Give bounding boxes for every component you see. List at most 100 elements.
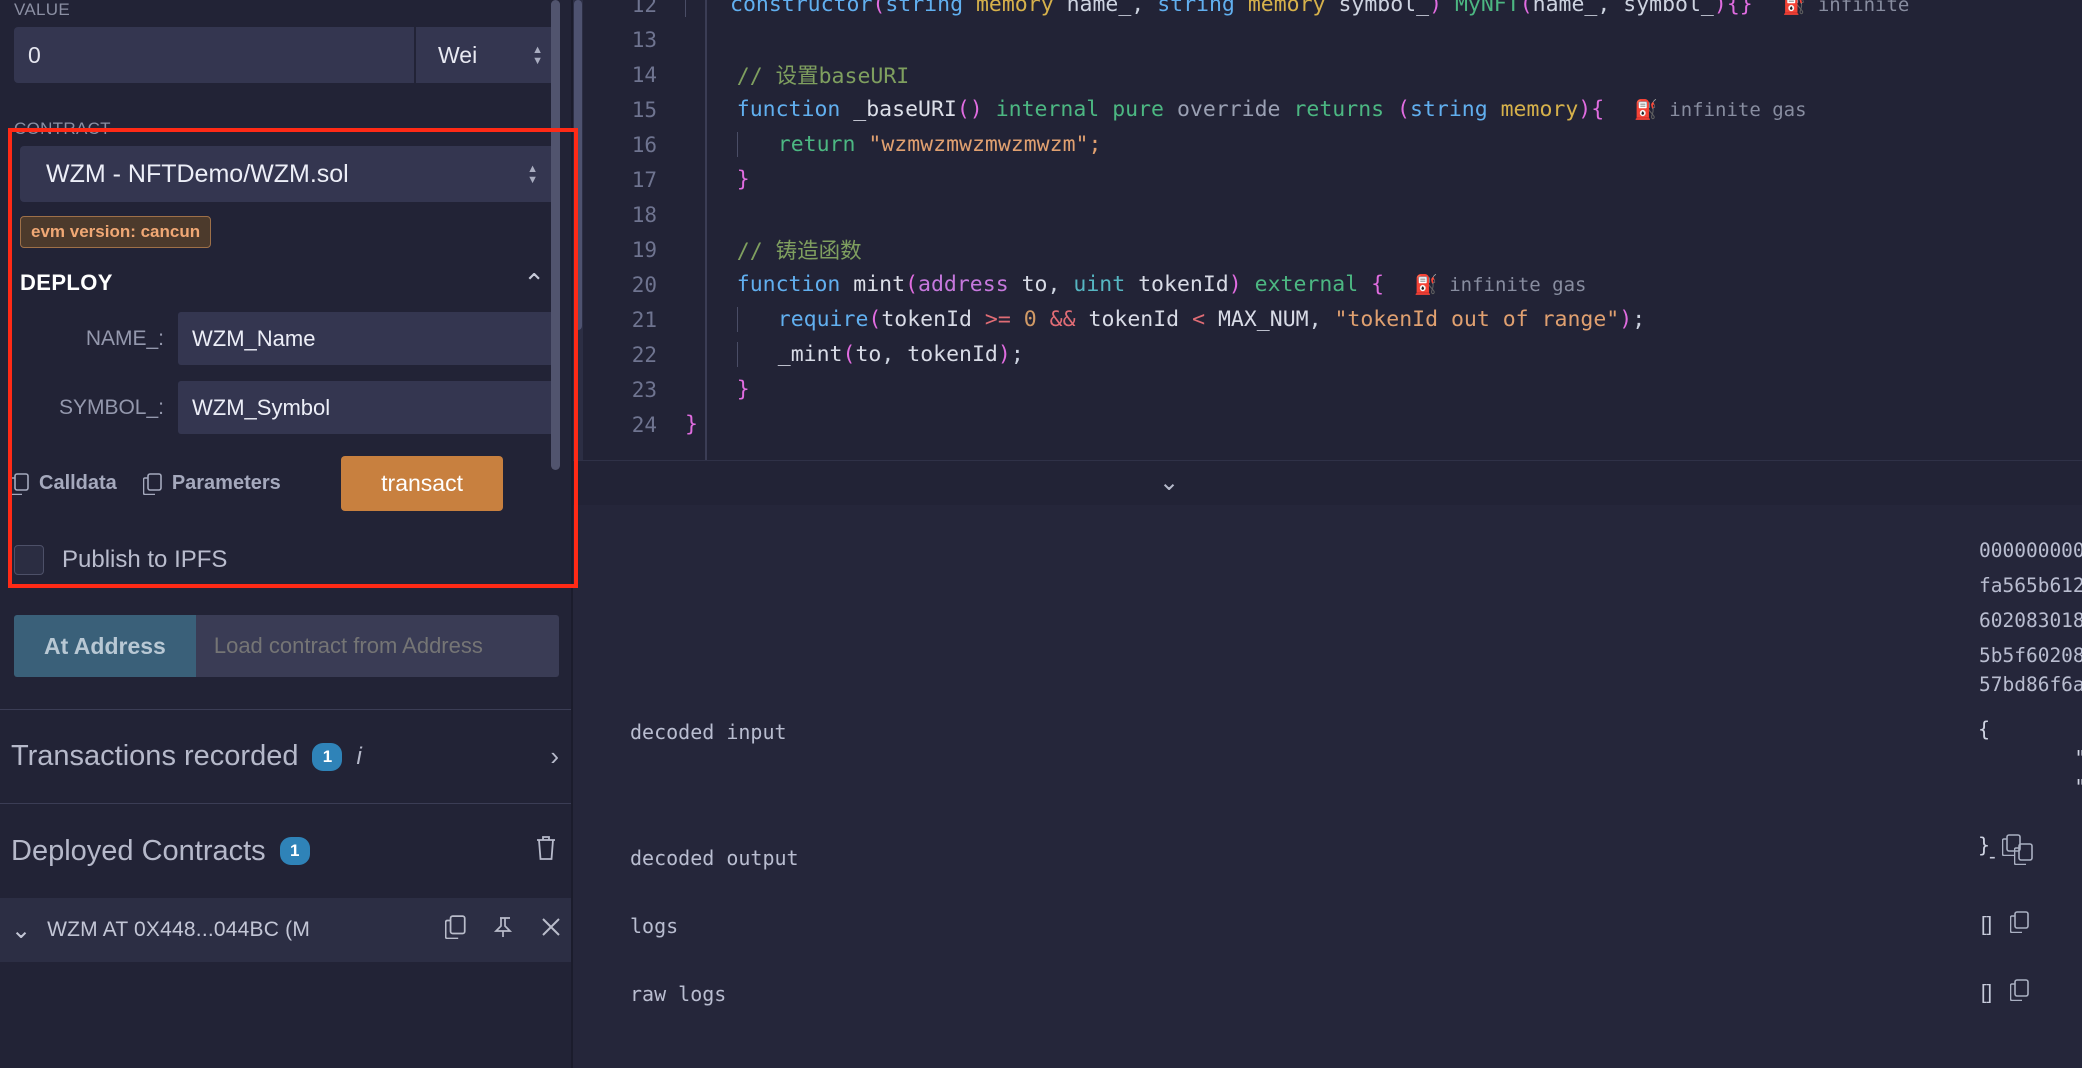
code-line-24: 24 } bbox=[573, 407, 2082, 442]
deployed-contracts-count: 1 bbox=[279, 837, 310, 865]
code-text: // 铸造函数 bbox=[736, 239, 862, 264]
editor-scrollbar[interactable] bbox=[573, 0, 583, 460]
line-number: 20 bbox=[631, 272, 657, 297]
at-address-input[interactable] bbox=[195, 615, 559, 677]
code-line-12: 12 constructor(string memory name_, stri… bbox=[573, 0, 2082, 22]
deployed-item-actions bbox=[444, 915, 563, 945]
sidebar-scrollbar[interactable] bbox=[551, 0, 560, 470]
param-input-name[interactable] bbox=[178, 312, 556, 365]
copy-icon[interactable] bbox=[2009, 979, 2030, 1007]
code-text: return "wzmwzmwzmwzmwzm"; bbox=[685, 132, 1101, 157]
raw-logs-label: raw logs bbox=[630, 982, 727, 1006]
at-address-row: At Address bbox=[14, 615, 559, 677]
line-number: 19 bbox=[631, 237, 657, 262]
transact-button[interactable]: transact bbox=[341, 456, 503, 511]
code-text: function mint(address to, uint tokenId) … bbox=[736, 272, 1385, 297]
gas-estimate-15: ⛽ infinite gas bbox=[1634, 99, 1807, 121]
raw-logs-value: [] bbox=[1981, 981, 1993, 1004]
code-text: // 设置baseURI bbox=[736, 64, 910, 89]
deploy-actions: Calldata Parameters transact bbox=[0, 456, 573, 511]
param-row-symbol: SYMBOL_: bbox=[0, 381, 556, 434]
code-line-19: 19 // 铸造函数 bbox=[573, 232, 2082, 267]
chevron-up-icon[interactable]: ⌃ bbox=[523, 270, 545, 296]
trash-glyph bbox=[537, 836, 555, 860]
stepper-arrows-icon: ▲ ▼ bbox=[532, 43, 543, 67]
line-number: 14 bbox=[631, 62, 657, 87]
deployed-contract-item[interactable]: ⌄ WZM AT 0X448...044BC (M bbox=[0, 898, 573, 962]
close-icon[interactable] bbox=[539, 915, 563, 945]
copy-icon bbox=[142, 472, 162, 495]
decoded-input-value: { "string name_": "WZM_Name", "string sy… bbox=[1978, 715, 2082, 860]
copy-address-icon[interactable] bbox=[444, 915, 467, 945]
contract-label: CONTRACT bbox=[14, 119, 111, 138]
deployed-contracts-row: Deployed Contracts 1 bbox=[0, 804, 573, 898]
contract-select[interactable]: WZM - NFTDemo/WZM.sol ▲ ▼ bbox=[20, 146, 556, 202]
code-line-17: 17 } bbox=[573, 162, 2082, 197]
decoded-output-value: - bbox=[1989, 845, 1996, 868]
transactions-recorded-count: 1 bbox=[312, 742, 343, 771]
chevron-double-down-icon[interactable]: ⌄ bbox=[1159, 471, 1179, 495]
code-line-16: 16 return "wzmwzmwzmwzmwzm"; bbox=[573, 127, 2082, 162]
code-text: constructor(string memory name_, string … bbox=[685, 0, 1753, 17]
transactions-recorded-label: Transactions recorded bbox=[11, 740, 299, 772]
chevron-right-icon[interactable]: › bbox=[550, 741, 559, 772]
line-number: 17 bbox=[631, 167, 657, 192]
chevron-down-icon[interactable]: ⌄ bbox=[11, 916, 31, 945]
deploy-header[interactable]: DEPLOY ⌃ bbox=[0, 248, 573, 296]
line-number: 18 bbox=[631, 202, 657, 227]
parameters-button[interactable]: Parameters bbox=[142, 472, 281, 495]
line-number: 22 bbox=[631, 342, 657, 367]
param-label-name: NAME_: bbox=[85, 326, 164, 350]
param-row-name: NAME_: bbox=[0, 312, 556, 365]
transaction-details-panel: 0000000000000000000000000000000000000000… bbox=[573, 505, 2082, 1068]
line-number: 15 bbox=[631, 97, 657, 122]
line-number: 23 bbox=[631, 377, 657, 402]
code-text: } bbox=[736, 377, 750, 402]
deploy-title: DEPLOY bbox=[20, 270, 113, 295]
hex-tail-text: 57bd86f6ab7ac06f39a655387749de64736f6c63… bbox=[1979, 673, 2082, 696]
gutter-separator bbox=[705, 0, 707, 460]
code-line-23: 23 } bbox=[573, 372, 2082, 407]
calldata-button[interactable]: Calldata bbox=[10, 472, 117, 495]
deploy-run-sidebar: VALUE Wei ▲▼ CONTRACT WZM - NFTDemo/WZM.… bbox=[0, 0, 573, 1068]
param-input-symbol[interactable] bbox=[178, 381, 556, 434]
info-icon[interactable]: i bbox=[356, 743, 361, 771]
decoded-output-value-wrap: - bbox=[1989, 843, 2034, 871]
raw-logs-value-wrap: [] bbox=[1981, 979, 2030, 1007]
raw-input-hex: 0000000000000000000000000000000000000000… bbox=[1979, 539, 2082, 667]
decoded-output-row: decoded output bbox=[630, 846, 930, 870]
code-text: } bbox=[736, 167, 750, 192]
decoded-input-row: decoded input bbox=[630, 720, 930, 744]
gas-estimate-12: ⛽ infinite bbox=[1782, 0, 1910, 16]
publish-ipfs-row[interactable]: Publish to IPFS bbox=[0, 511, 573, 575]
chevron-updown-icon: ▲ ▼ bbox=[527, 162, 538, 186]
at-address-button[interactable]: At Address bbox=[14, 615, 196, 677]
pin-icon[interactable] bbox=[491, 915, 515, 945]
code-text: _mint(to, tokenId); bbox=[685, 342, 1024, 367]
transactions-recorded-row[interactable]: Transactions recorded 1 i › bbox=[0, 710, 573, 803]
main-area: 12 constructor(string memory name_, stri… bbox=[573, 0, 2082, 1068]
deployed-contracts-label: Deployed Contracts bbox=[11, 834, 266, 867]
code-text: } bbox=[685, 412, 698, 437]
value-unit-select[interactable]: Wei ▲ ▼ bbox=[414, 27, 559, 83]
raw-input-hex-tail: 57bd86f6ab7ac06f39a655387749de64736f6c63… bbox=[1979, 670, 2082, 699]
code-text: require(tokenId >= 0 && tokenId < MAX_NU… bbox=[685, 307, 1645, 332]
logs-row: logs bbox=[630, 914, 930, 938]
line-number: 13 bbox=[631, 27, 657, 52]
logs-label: logs bbox=[630, 914, 679, 938]
value-unit-label: Wei bbox=[438, 41, 478, 68]
logs-value-wrap: [] bbox=[1981, 911, 2030, 939]
terminal-collapse-bar[interactable]: ⌄ bbox=[573, 460, 2082, 505]
publish-ipfs-checkbox[interactable] bbox=[14, 545, 44, 575]
copy-icon[interactable] bbox=[2013, 843, 2034, 871]
code-editor[interactable]: 12 constructor(string memory name_, stri… bbox=[573, 0, 2082, 460]
deployed-contract-name: WZM AT 0X448...044BC (M bbox=[47, 918, 311, 941]
contract-selected-value: WZM - NFTDemo/WZM.sol bbox=[46, 159, 349, 188]
code-text: function _baseURI() internal pure overri… bbox=[736, 97, 1605, 122]
gas-estimate-20: ⛽ infinite gas bbox=[1414, 274, 1587, 296]
trash-icon[interactable] bbox=[533, 834, 559, 868]
editor-scrollbar-thumb[interactable] bbox=[574, 0, 582, 330]
value-input[interactable] bbox=[14, 27, 414, 83]
copy-icon[interactable] bbox=[2009, 911, 2030, 939]
code-line-20: 20 function mint(address to, uint tokenI… bbox=[573, 267, 2082, 302]
